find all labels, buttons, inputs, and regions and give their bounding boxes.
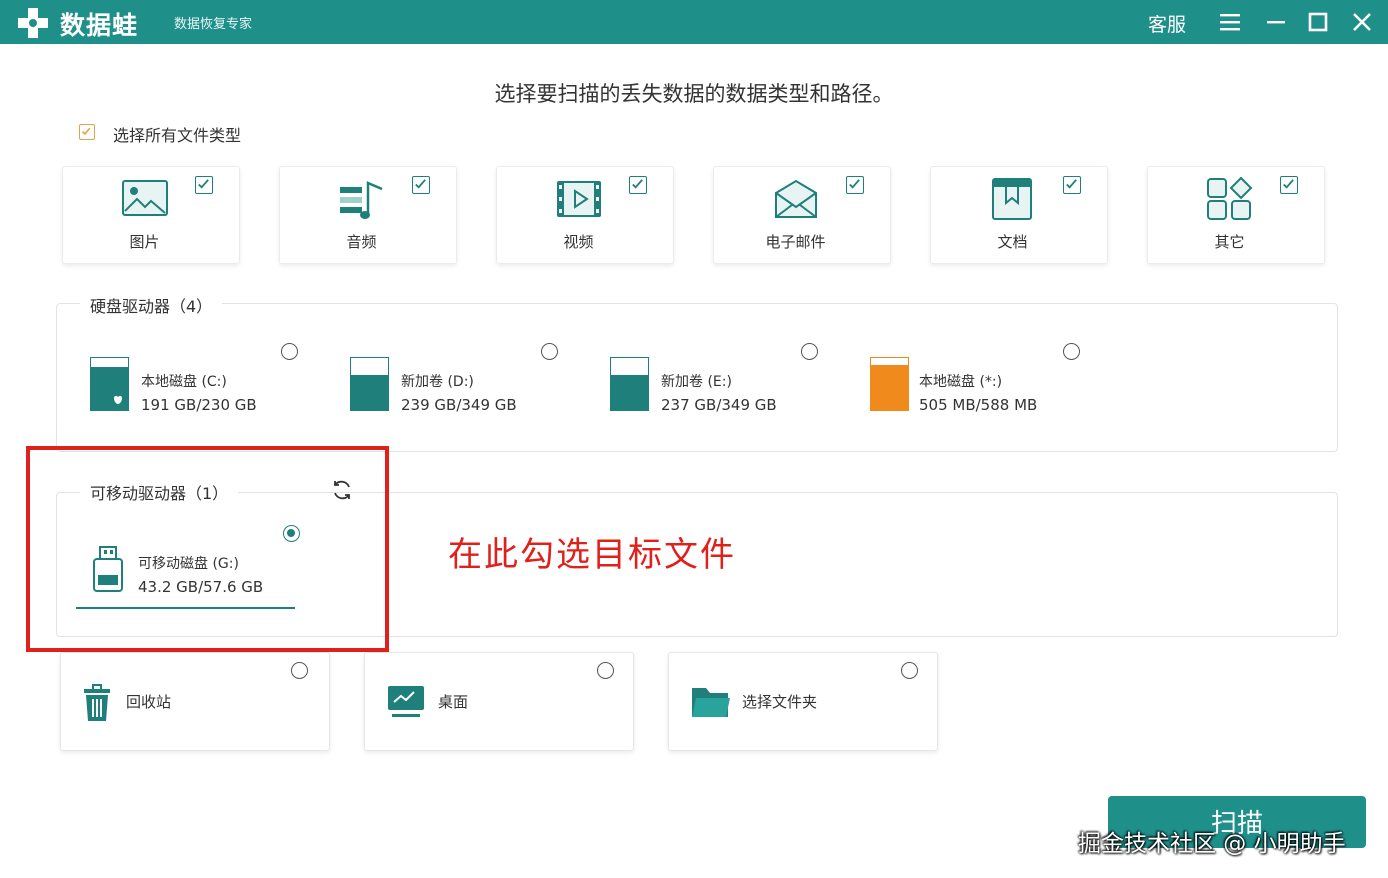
annotation-text: 在此勾选目标文件	[448, 535, 736, 575]
app-name: 数据蛙	[60, 11, 139, 40]
drive-radio-d[interactable]	[541, 343, 558, 360]
page-heading: 选择要扫描的丢失数据的数据类型和路径。	[494, 82, 894, 106]
drive-size-c: 191 GB/230 GB	[141, 396, 257, 414]
type-label: 电子邮件	[765, 233, 826, 251]
drive-name-d: 新加卷 (D:)	[401, 374, 474, 390]
disk-icon-star	[870, 357, 909, 411]
type-label: 视频	[563, 233, 594, 251]
type-label: 图片	[129, 233, 160, 251]
drive-radio-e[interactable]	[801, 343, 818, 360]
disk-icon-d	[350, 357, 389, 411]
image-icon	[122, 180, 168, 216]
type-card-images[interactable]: 图片	[62, 166, 240, 264]
type-checkbox-audio[interactable]	[412, 176, 430, 194]
disk-icon-c	[90, 357, 129, 411]
close-icon[interactable]	[1348, 8, 1376, 36]
drive-size-d: 239 GB/349 GB	[401, 396, 517, 414]
minimize-icon[interactable]	[1262, 8, 1290, 36]
video-icon	[557, 181, 601, 217]
other-icon	[1207, 177, 1253, 220]
music-icon	[340, 181, 383, 219]
type-label: 文档	[997, 233, 1028, 251]
location-radio-desktop[interactable]	[597, 662, 614, 679]
location-label-desktop: 桌面	[438, 693, 469, 711]
select-all-label: 选择所有文件类型	[113, 126, 242, 145]
logo-cross-icon	[18, 8, 48, 38]
type-label: 其它	[1214, 233, 1245, 251]
menu-icon[interactable]	[1216, 8, 1244, 36]
mail-icon	[775, 179, 817, 218]
drive-name-star: 本地磁盘 (*:)	[919, 374, 1003, 390]
location-radio-recycle-bin[interactable]	[291, 662, 308, 679]
type-label: 音频	[346, 233, 377, 251]
select-all-checkbox[interactable]	[79, 124, 95, 140]
annotation-highlight-box	[26, 446, 389, 652]
location-radio-select-folder[interactable]	[901, 662, 918, 679]
type-checkbox-other[interactable]	[1280, 176, 1298, 194]
type-checkbox-images[interactable]	[195, 176, 213, 194]
drive-radio-c[interactable]	[281, 343, 298, 360]
desktop-icon	[388, 686, 424, 717]
drive-size-star: 505 MB/588 MB	[919, 396, 1038, 414]
location-label-select-folder: 选择文件夹	[742, 693, 818, 711]
drive-name-c: 本地磁盘 (C:)	[141, 374, 227, 390]
type-card-video[interactable]: 视频	[496, 166, 674, 264]
hard-drives-title: 硬盘驱动器（4）	[80, 293, 223, 317]
watermark: 掘金技术社区 @ 小明助手	[1078, 831, 1346, 857]
maximize-icon[interactable]	[1304, 8, 1332, 36]
disk-icon-e	[610, 357, 649, 411]
drive-name-e: 新加卷 (E:)	[661, 374, 732, 390]
app-subtitle: 数据恢复专家	[174, 17, 253, 32]
type-card-documents[interactable]: 文档	[930, 166, 1108, 264]
customer-service-link[interactable]: 客服	[1148, 10, 1186, 37]
type-checkbox-documents[interactable]	[1063, 176, 1081, 194]
trash-icon	[84, 684, 110, 721]
location-label-recycle-bin: 回收站	[126, 693, 172, 711]
drive-size-e: 237 GB/349 GB	[661, 396, 777, 414]
type-card-other[interactable]: 其它	[1147, 166, 1325, 264]
folder-icon	[692, 688, 730, 717]
type-card-audio[interactable]: 音频	[279, 166, 457, 264]
type-card-email[interactable]: 电子邮件	[713, 166, 891, 264]
document-icon	[992, 178, 1032, 220]
type-checkbox-email[interactable]	[846, 176, 864, 194]
type-checkbox-video[interactable]	[629, 176, 647, 194]
drive-radio-star[interactable]	[1063, 343, 1080, 360]
